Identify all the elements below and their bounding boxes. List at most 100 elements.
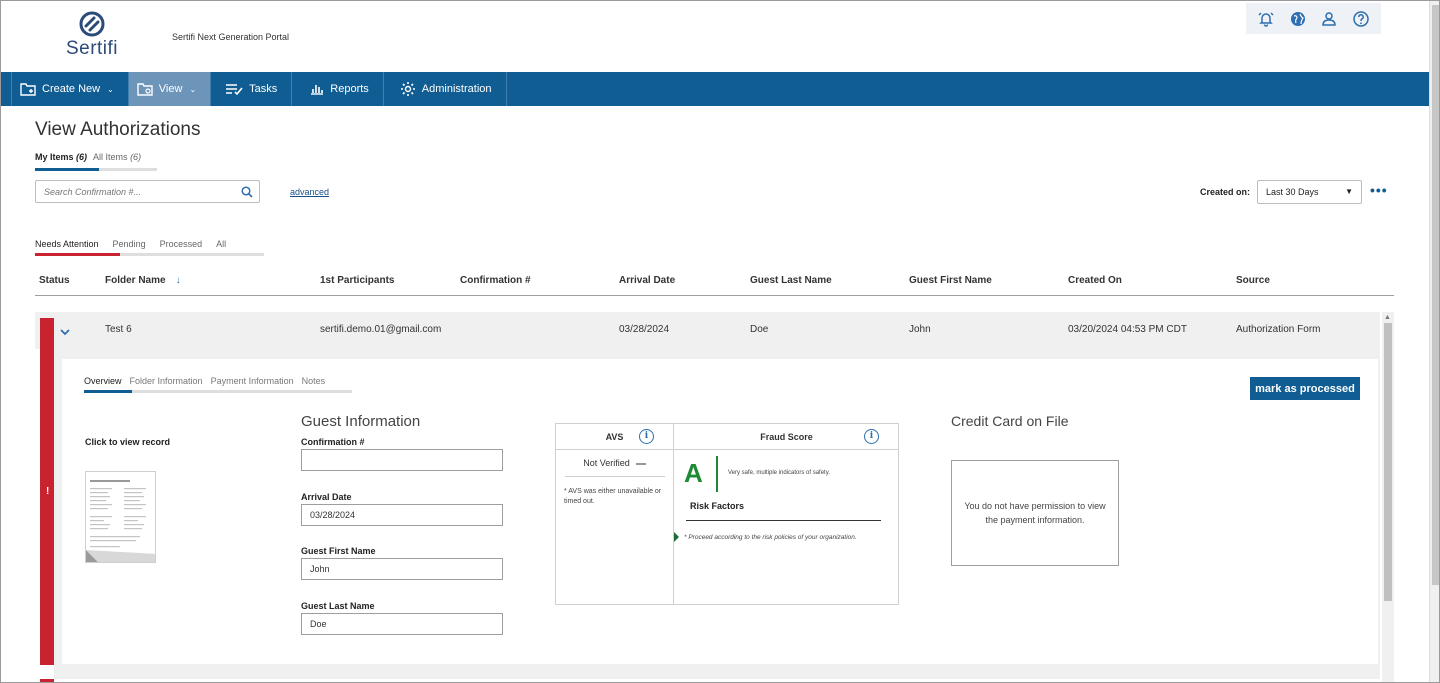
detail-tab-indicator xyxy=(84,390,352,393)
collapse-row-chevron-icon[interactable] xyxy=(60,323,70,341)
globe-icon[interactable] xyxy=(1287,8,1309,30)
col-folder-name-label: Folder Name xyxy=(105,275,166,286)
help-icon[interactable] xyxy=(1350,8,1372,30)
nav-create-new-label: Create New xyxy=(42,83,101,95)
confirmation-label: Confirmation # xyxy=(301,437,365,447)
advanced-search-link[interactable]: advanced xyxy=(290,187,329,197)
fraud-score-title: Fraud Score xyxy=(760,432,813,442)
created-on-select[interactable]: Last 30 Days ▼ xyxy=(1257,180,1362,204)
page-scrollbar[interactable] xyxy=(1429,1,1439,682)
header: Sertifi Sertifi Next Generation Portal xyxy=(1,1,1429,72)
top-icon-bar xyxy=(1246,3,1381,34)
avs-status-text: Not Verified xyxy=(583,458,630,468)
sort-arrow-icon: ↓ xyxy=(175,275,181,286)
table-scrollbar-thumb[interactable] xyxy=(1384,323,1392,601)
nav-create-new[interactable]: Create New ⌄ xyxy=(11,72,129,106)
sertifi-logo-mark xyxy=(79,11,105,37)
mark-as-processed-button[interactable]: mark as processed xyxy=(1250,377,1360,400)
verification-panel: AVS i Not Verified * AVS was either unav… xyxy=(555,423,899,605)
nav-reports[interactable]: Reports xyxy=(292,72,384,106)
tab-overview[interactable]: Overview xyxy=(84,376,122,386)
col-folder-name[interactable]: Folder Name ↓ xyxy=(105,275,181,286)
click-to-view-record-label: Click to view record xyxy=(85,437,171,447)
col-guest-first-name[interactable]: Guest First Name xyxy=(909,275,992,286)
user-icon[interactable] xyxy=(1318,8,1340,30)
document-preview-icon xyxy=(86,480,155,562)
col-arrival-date[interactable]: Arrival Date xyxy=(619,275,675,286)
scroll-up-arrow-icon[interactable]: ▲ xyxy=(1384,314,1391,321)
alarm-bell-icon[interactable] xyxy=(1255,8,1277,30)
chevron-down-icon: ⌄ xyxy=(189,84,197,94)
nav-view[interactable]: View ⌄ xyxy=(128,72,212,106)
page-scrollbar-thumb[interactable] xyxy=(1432,5,1439,585)
nav-reports-label: Reports xyxy=(330,83,369,95)
tab-payment-information[interactable]: Payment Information xyxy=(211,376,294,386)
search-icon[interactable] xyxy=(241,185,253,203)
attention-mark: ! xyxy=(46,486,50,497)
main-nav: Create New ⌄ View ⌄ Tasks Reports Admini… xyxy=(1,72,1429,106)
record-thumbnail[interactable] xyxy=(85,471,156,563)
search-input[interactable] xyxy=(36,181,231,202)
fraud-score-header: Fraud Score i xyxy=(674,424,899,450)
avs-section: AVS i Not Verified * AVS was either unav… xyxy=(556,424,674,604)
credit-card-title: Credit Card on File xyxy=(951,413,1069,429)
col-source[interactable]: Source xyxy=(1236,275,1270,286)
table-row[interactable]: Test 6 sertifi.demo.01@gmail.com 03/28/2… xyxy=(35,312,1380,349)
cell-created-on: 03/20/2024 04:53 PM CDT xyxy=(1068,324,1187,335)
fraud-score-section: Fraud Score i A Very safe, multiple indi… xyxy=(674,424,899,604)
cell-source: Authorization Form xyxy=(1236,324,1321,335)
next-row-status-bar xyxy=(40,679,54,682)
nav-administration-label: Administration xyxy=(421,83,492,95)
items-tabs: My Items (6) All Items (6) xyxy=(35,152,147,162)
sertifi-logo[interactable]: Sertifi xyxy=(63,11,121,60)
col-status[interactable]: Status xyxy=(39,275,70,286)
app-window: Sertifi Sertifi Next Generation Portal C… xyxy=(0,0,1440,683)
col-confirmation[interactable]: Confirmation # xyxy=(460,275,531,286)
grade-divider xyxy=(716,456,718,492)
fraud-grade: A xyxy=(684,458,703,488)
arrival-date-label: Arrival Date xyxy=(301,492,352,502)
credit-card-box: You do not have permission to view the p… xyxy=(951,460,1119,566)
cell-guest-first-name: John xyxy=(909,324,931,335)
col-created-on[interactable]: Created On xyxy=(1068,275,1122,286)
bar-chart-icon xyxy=(311,85,324,95)
gear-icon xyxy=(400,82,415,96)
folder-add-icon xyxy=(20,83,36,96)
tab-all-items[interactable]: All Items (6) xyxy=(93,152,141,162)
fraud-score-info-icon[interactable]: i xyxy=(864,429,879,444)
avs-header: AVS i xyxy=(556,424,673,450)
nav-administration[interactable]: Administration xyxy=(384,72,507,106)
nav-tasks-label: Tasks xyxy=(249,83,278,95)
more-options-icon[interactable]: ••• xyxy=(1370,183,1388,197)
dropdown-arrow-icon: ▼ xyxy=(1345,187,1353,196)
table-header: Status Folder Name ↓ 1st Participants Con… xyxy=(35,269,1394,296)
confirmation-field[interactable] xyxy=(301,449,503,471)
tab-all[interactable]: All xyxy=(216,239,226,249)
tab-my-items-label: My Items xyxy=(35,152,74,162)
cell-participants: sertifi.demo.01@gmail.com xyxy=(320,324,442,335)
tab-all-items-count: (6) xyxy=(130,152,142,162)
col-participants[interactable]: 1st Participants xyxy=(320,275,394,286)
avs-status: Not Verified xyxy=(556,458,673,468)
tab-folder-information[interactable]: Folder Information xyxy=(130,376,203,386)
avs-title: AVS xyxy=(605,432,624,442)
table-scrollbar[interactable]: ▲ xyxy=(1382,312,1394,682)
logo-text: Sertifi xyxy=(65,38,119,59)
search-box xyxy=(35,180,260,203)
avs-info-icon[interactable]: i xyxy=(639,429,654,444)
risk-divider xyxy=(686,520,881,521)
tab-all-items-label: All Items xyxy=(93,152,128,162)
avs-note: * AVS was either unavailable or timed ou… xyxy=(564,488,662,505)
arrival-date-field[interactable]: 03/28/2024 xyxy=(301,504,503,526)
tab-processed[interactable]: Processed xyxy=(160,239,203,249)
guest-first-name-field[interactable]: John xyxy=(301,558,503,580)
dash-icon xyxy=(635,462,646,465)
detail-tabs: Overview Folder Information Payment Info… xyxy=(84,376,333,386)
tab-needs-attention[interactable]: Needs Attention xyxy=(35,239,99,249)
guest-last-name-field[interactable]: Doe xyxy=(301,613,503,635)
tab-pending[interactable]: Pending xyxy=(113,239,146,249)
nav-tasks[interactable]: Tasks xyxy=(211,72,293,106)
col-guest-last-name[interactable]: Guest Last Name xyxy=(750,275,832,286)
tab-notes[interactable]: Notes xyxy=(302,376,326,386)
tab-my-items[interactable]: My Items (6) xyxy=(35,152,87,162)
